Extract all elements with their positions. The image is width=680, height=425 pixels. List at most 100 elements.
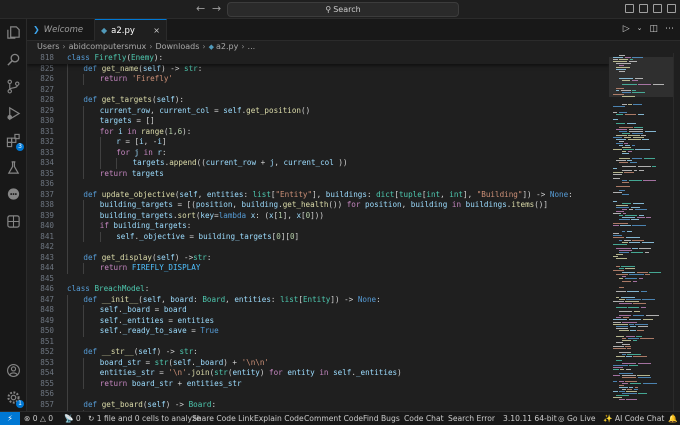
ports-indicator[interactable]: 📡 0	[64, 412, 81, 425]
code-line[interactable]: 857 def get_board(self) -> Board:	[27, 399, 609, 410]
remote-explorer-icon[interactable]	[6, 214, 21, 229]
code-line[interactable]: 831 for i in range(1,6):	[27, 126, 609, 137]
source-control-icon[interactable]	[6, 79, 21, 94]
code-line[interactable]: 850 self._ready_to_save = True	[27, 326, 609, 337]
code-line[interactable]: 845	[27, 274, 609, 285]
arrow-left-icon[interactable]: ←	[196, 2, 205, 16]
toggle-secondary-sidebar-icon[interactable]	[653, 4, 662, 13]
code-line[interactable]: 826 return 'Firefly'	[27, 74, 609, 85]
minimap-line	[622, 376, 637, 378]
code-text: self._board = board	[99, 305, 187, 314]
code-line[interactable]: 843 def get_display(self) ->str:	[27, 252, 609, 263]
run-debug-icon[interactable]	[6, 106, 21, 121]
minimap-line	[638, 393, 647, 395]
share-code-link-button[interactable]: Share Code Link	[192, 412, 254, 425]
code-line[interactable]: 851	[27, 336, 609, 347]
code-line[interactable]: 838 building_targets = [(position, buildi…	[27, 200, 609, 211]
notifications-bell-icon[interactable]: 🔔	[668, 412, 677, 425]
breadcrumb-segment[interactable]: ...	[248, 42, 256, 51]
line-number: 827	[40, 84, 54, 94]
toggle-primary-sidebar-icon[interactable]	[625, 4, 634, 13]
split-editor-icon[interactable]: ◫	[649, 24, 658, 34]
go-live-button[interactable]: ◎ Go Live	[558, 412, 596, 425]
explain-code-button[interactable]: Explain Code	[254, 412, 304, 425]
chat-icon[interactable]	[6, 187, 21, 202]
code-line[interactable]: 852 def __str__(self) -> str:	[27, 347, 609, 358]
python-interpreter-selector[interactable]: 3.10.11 64-bit	[503, 412, 557, 425]
account-icon[interactable]	[6, 363, 21, 378]
minimap-line	[616, 63, 631, 65]
minimap-line	[616, 87, 624, 89]
tab-welcome[interactable]: ❯ Welcome	[27, 19, 95, 41]
code-chat-button[interactable]: Code Chat	[404, 412, 444, 425]
search-error-button[interactable]: Search Error	[448, 412, 495, 425]
minimap-line	[630, 329, 636, 331]
breadcrumb-segment[interactable]: a2.py	[216, 42, 238, 51]
code-line[interactable]: 840 if building_targets:	[27, 221, 609, 232]
code-line[interactable]: 853 board_str = str(self._board) + '\n\n'	[27, 357, 609, 368]
code-line[interactable]: 846 class BreachModel:	[27, 284, 609, 295]
code-line[interactable]: 828 def get_targets(self):	[27, 95, 609, 106]
code-editor[interactable]: 818 class Firefly(Enemy): 825 def get_name(…	[27, 53, 609, 411]
tab-a2-py[interactable]: ◆ a2.py ×	[95, 19, 167, 41]
code-line[interactable]: 844 return FIREFLY_DISPLAY	[27, 263, 609, 274]
minimap-line	[634, 387, 638, 389]
command-center-search[interactable]: ⚲ Search	[227, 2, 459, 17]
explorer-icon[interactable]	[6, 25, 21, 40]
code-line[interactable]: 856	[27, 389, 609, 400]
manage-button[interactable]: 1	[6, 390, 24, 408]
breadcrumb-segment[interactable]: Downloads	[155, 42, 199, 51]
code-line[interactable]: 848 self._board = board	[27, 305, 609, 316]
code-line[interactable]: 841 self._objective = building_targets[0]…	[27, 231, 609, 242]
indent-guide	[83, 357, 85, 368]
customize-layout-icon[interactable]	[667, 4, 676, 13]
code-line[interactable]: 849 self._entities = entities	[27, 315, 609, 326]
minimap-line	[613, 237, 625, 239]
minimap-line	[628, 319, 642, 321]
code-line[interactable]: 834 targets.append((current_row + j, curr…	[27, 158, 609, 169]
code-line[interactable]: 839 building_targets.sort(key=lambda x: (…	[27, 210, 609, 221]
code-line[interactable]: 830 targets = []	[27, 116, 609, 127]
code-line[interactable]: 847 def __init__(self, board: Board, enti…	[27, 294, 609, 305]
code-line[interactable]: 829 current_row, current_col = self.get_p…	[27, 105, 609, 116]
arrow-right-icon[interactable]: →	[212, 2, 221, 16]
vertical-scrollbar[interactable]	[673, 53, 680, 411]
problems-indicator[interactable]: ⊗ 0 △ 0	[24, 412, 53, 425]
minimap-line	[626, 399, 638, 401]
breadcrumb-segment[interactable]: Users	[37, 42, 59, 51]
close-icon[interactable]: ×	[153, 20, 160, 42]
code-line[interactable]: 835 return targets	[27, 168, 609, 179]
find-bugs-button[interactable]: Find Bugs	[363, 412, 400, 425]
code-line[interactable]: 836	[27, 179, 609, 190]
minimap-line	[637, 114, 644, 116]
code-line[interactable]: 832 r = [i, -i]	[27, 137, 609, 148]
breadcrumb-segment[interactable]: abidcomputersmux	[69, 42, 147, 51]
tab-bar: ❯ Welcome ◆ a2.py × ▷ ⌄ ◫ ⋯	[27, 19, 680, 41]
code-line[interactable]: 855 return board_str + entities_str	[27, 378, 609, 389]
indent-guide	[83, 158, 85, 169]
code-line[interactable]: 833 for j in r:	[27, 147, 609, 158]
ai-code-chat-button[interactable]: ✨ AI Code Chat	[603, 412, 664, 425]
code-text: targets.append((current_row + j, current…	[132, 158, 348, 167]
testing-icon[interactable]	[6, 160, 21, 175]
minimap-line	[622, 321, 637, 323]
more-actions-icon[interactable]: ⋯	[665, 24, 674, 34]
minimap[interactable]	[609, 53, 673, 411]
indent-guide	[83, 326, 85, 337]
toggle-panel-icon[interactable]	[639, 4, 648, 13]
analyze-indicator[interactable]: ↻ 1 file and 0 cells to analyze	[88, 412, 201, 425]
search-icon[interactable]	[6, 52, 21, 67]
comment-code-button[interactable]: Comment Code	[304, 412, 363, 425]
code-line[interactable]: 837 def update_objective(self, entities: …	[27, 189, 609, 200]
code-line[interactable]: 825 def get_name(self) -> str:	[27, 63, 609, 74]
editor-actions: ▷ ⌄ ◫ ⋯	[623, 24, 674, 34]
code-line[interactable]: 842	[27, 242, 609, 253]
remote-indicator[interactable]: ⚡	[0, 412, 20, 425]
extensions-button[interactable]: 3	[6, 133, 24, 151]
chevron-down-icon[interactable]: ⌄	[637, 24, 643, 34]
run-python-file-icon[interactable]: ▷	[623, 24, 630, 34]
minimap-line	[632, 315, 645, 317]
code-line[interactable]: 854 entities_str = '\n'.join(str(entity) …	[27, 368, 609, 379]
sticky-scroll-line[interactable]: 818 class Firefly(Enemy):	[27, 53, 609, 64]
code-line[interactable]: 827	[27, 84, 609, 95]
